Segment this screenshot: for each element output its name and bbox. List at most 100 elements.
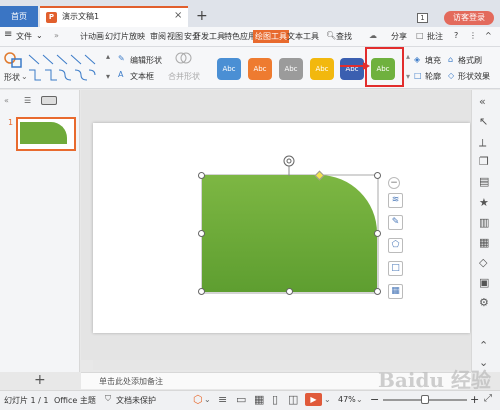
zoom-out-button[interactable]: − <box>370 393 379 406</box>
float-pen-icon[interactable]: ✎ <box>388 215 403 230</box>
resize-handle-top-left[interactable] <box>198 172 205 179</box>
sidebar-table-icon[interactable]: ▦ <box>479 236 489 249</box>
sorter-view-icon[interactable]: ▦ <box>254 393 264 406</box>
scroll-up-icon[interactable]: ⌃ <box>479 339 488 352</box>
collapse-ribbon-icon[interactable]: ^ <box>485 31 492 40</box>
fit-window-icon[interactable]: ⤢ <box>484 393 492 404</box>
merge-shape-button[interactable]: 合并形状 <box>168 71 200 82</box>
sidebar-copy-icon[interactable]: ❐ <box>479 155 489 168</box>
float-image-icon[interactable]: ▦ <box>388 284 403 299</box>
play-dropdown-icon[interactable]: ⌄ <box>324 395 331 404</box>
snip-round-rectangle-shape[interactable] <box>202 175 377 292</box>
style-gallery-up-icon[interactable]: ▴ <box>406 52 410 61</box>
shape-tool-icon[interactable] <box>4 52 22 68</box>
float-layers-icon[interactable]: ≋ <box>388 193 403 208</box>
zoom-level[interactable]: 47% <box>338 395 356 404</box>
close-tab-icon[interactable]: × <box>174 10 182 21</box>
style-gray-button[interactable]: Abc <box>279 58 303 80</box>
normal-view-icon[interactable]: ▭ <box>236 393 246 406</box>
outline-button[interactable]: 轮廓 <box>425 71 441 82</box>
line-gallery[interactable] <box>27 52 103 84</box>
menu-design[interactable]: 计 <box>80 31 88 42</box>
edit-shape-button[interactable]: 编辑形状 <box>130 55 162 66</box>
menu-special-apps[interactable]: 特色应用 <box>224 31 256 42</box>
search-button[interactable]: 查找 <box>336 31 352 42</box>
notes-placeholder[interactable]: 单击此处添加备注 <box>99 376 163 387</box>
help-icon[interactable]: ? <box>454 31 458 40</box>
tab-home[interactable]: 首页 <box>0 6 38 27</box>
gallery-scroll-up-icon[interactable]: ▴ <box>106 52 110 61</box>
rotate-handle-icon[interactable] <box>282 154 296 176</box>
tab-document[interactable]: P 演示文稿1 × <box>40 6 188 27</box>
style-orange-button[interactable]: Abc <box>248 58 272 80</box>
style-blue-button[interactable]: Abc <box>217 58 241 80</box>
sidebar-chart-icon[interactable]: ▥ <box>479 216 489 229</box>
protection-status[interactable]: 文档未保护 <box>116 395 156 406</box>
fill-icon[interactable]: ◈ <box>414 55 420 64</box>
sidebar-expand-icon[interactable]: « <box>479 95 486 108</box>
resize-handle-middle-right[interactable] <box>374 230 381 237</box>
menu-drawing-tools[interactable]: 绘图工具 <box>253 30 289 43</box>
float-fill-icon[interactable]: ⬠ <box>388 238 403 253</box>
sidebar-select-icon[interactable]: ↖ <box>479 115 488 128</box>
float-collapse-icon[interactable]: − <box>388 177 400 189</box>
style-yellow-button[interactable]: Abc <box>310 58 334 80</box>
sidebar-animation-icon[interactable]: ★ <box>479 196 489 209</box>
shape-label[interactable]: 形状 <box>4 72 20 83</box>
resize-handle-top-right[interactable] <box>374 172 381 179</box>
zoom-in-button[interactable]: + <box>470 393 479 406</box>
menu-review[interactable]: 审阅 <box>150 31 166 42</box>
menu-dev-tools[interactable]: 开发工具 <box>193 31 225 42</box>
reading-view-icon[interactable]: ▯ <box>272 393 278 406</box>
zoom-dropdown-icon[interactable]: ⌄ <box>356 395 363 404</box>
text-box-button[interactable]: 文本框 <box>130 71 154 82</box>
window-count-badge[interactable]: 1 <box>417 13 428 23</box>
presenter-view-icon[interactable]: ◫ <box>288 393 298 406</box>
sidebar-layout-icon[interactable]: ▤ <box>479 175 489 188</box>
format-painter-button[interactable]: 格式刷 <box>458 55 482 66</box>
sidebar-shapes-icon[interactable]: ◇ <box>479 256 487 269</box>
merge-shape-icon[interactable] <box>175 51 193 65</box>
menu-view[interactable]: 视图 <box>167 31 183 42</box>
play-slideshow-button[interactable]: ▶ <box>305 393 322 406</box>
theme-name[interactable]: Office 主题 <box>54 395 96 406</box>
cloud-icon[interactable]: ☁ <box>369 31 377 40</box>
float-outline-icon[interactable]: □ <box>388 261 403 276</box>
comment-button[interactable]: 批注 <box>427 31 443 42</box>
search-icon[interactable]: 🔍︎ <box>326 31 336 40</box>
fill-button[interactable]: 填充 <box>425 55 441 66</box>
sidebar-settings-icon[interactable]: ⚙ <box>479 296 489 309</box>
sidebar-format-icon[interactable]: ⟂ <box>479 136 486 150</box>
beautify-icon[interactable]: ⬡ <box>193 393 203 406</box>
outline-view-icon[interactable]: ☰ <box>24 96 31 105</box>
menu-animation[interactable]: 动画 <box>88 31 104 42</box>
new-tab-button[interactable]: + <box>196 9 208 23</box>
gallery-scroll-down-icon[interactable]: ▾ <box>106 72 110 81</box>
resize-handle-middle-left[interactable] <box>198 230 205 237</box>
resize-handle-bottom-right[interactable] <box>374 288 381 295</box>
menu-file[interactable]: 文件 <box>16 31 32 42</box>
slide-view-icon[interactable] <box>41 96 57 105</box>
collapse-panel-icon[interactable]: « <box>4 96 9 105</box>
share-button[interactable]: 分享 <box>391 31 407 42</box>
text-box-icon[interactable]: A <box>118 70 123 79</box>
notes-toggle-icon[interactable]: ≡ <box>218 393 227 406</box>
more-options-icon[interactable]: ⋮ <box>469 31 477 40</box>
add-slide-button[interactable]: + <box>34 372 46 388</box>
style-gallery-down-icon[interactable]: ▾ <box>406 72 410 81</box>
menu-slideshow[interactable]: 幻灯片放映 <box>105 31 145 42</box>
hamburger-icon[interactable]: ≡ <box>4 29 12 40</box>
shape-effects-icon[interactable]: ◇ <box>448 71 454 80</box>
outline-icon[interactable]: □ <box>414 71 422 80</box>
shape-effects-button[interactable]: 形状效果 <box>458 71 490 82</box>
format-painter-icon[interactable]: ⌂ <box>448 55 453 64</box>
sidebar-image-icon[interactable]: ▣ <box>479 276 489 289</box>
resize-handle-bottom-center[interactable] <box>286 288 293 295</box>
file-dropdown-icon[interactable]: ⌄ <box>36 31 43 40</box>
visitor-login-button[interactable]: 访客登录 <box>444 11 494 25</box>
resize-handle-bottom-left[interactable] <box>198 288 205 295</box>
edit-shape-icon[interactable]: ✎ <box>118 54 125 63</box>
menu-more-icon[interactable]: » <box>54 31 59 40</box>
menu-text-tools[interactable]: 文本工具 <box>287 31 319 42</box>
beautify-dropdown-icon[interactable]: ⌄ <box>204 395 211 404</box>
